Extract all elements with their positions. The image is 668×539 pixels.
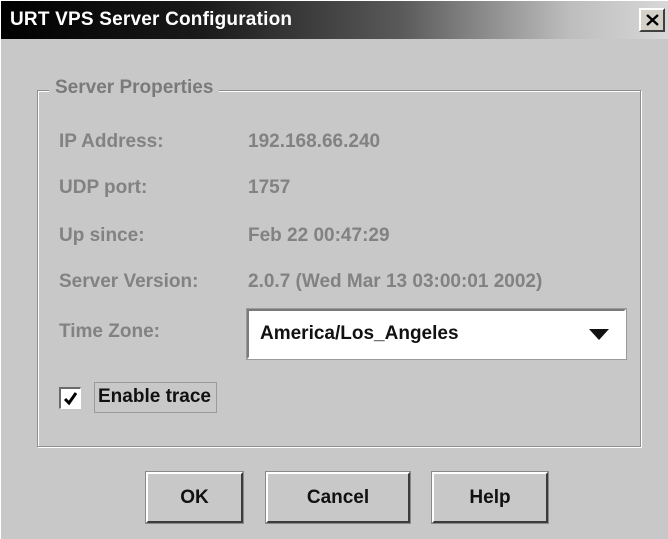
ip-address-value: 192.168.66.240 (248, 131, 381, 152)
group-title: Server Properties (49, 77, 220, 99)
close-x-icon (646, 14, 659, 26)
help-button[interactable]: Help (432, 472, 548, 523)
udp-port-value: 1757 (248, 177, 291, 198)
checkmark-icon (63, 392, 78, 406)
server-version-label: Server Version: (59, 271, 199, 292)
enable-trace-label[interactable]: Enable trace (94, 382, 217, 413)
dropdown-arrow-icon[interactable] (589, 329, 609, 340)
close-button[interactable] (639, 8, 665, 32)
time-zone-select[interactable]: America/Los_Angeles (247, 309, 626, 359)
ok-button[interactable]: OK (146, 472, 243, 523)
up-since-value: Feb 22 00:47:29 (248, 225, 390, 246)
cancel-button[interactable]: Cancel (266, 472, 410, 523)
server-version-value: 2.0.7 (Wed Mar 13 03:00:01 2002) (248, 271, 543, 292)
udp-port-label: UDP port: (59, 177, 148, 198)
up-since-label: Up since: (59, 225, 145, 246)
time-zone-label: Time Zone: (59, 321, 160, 342)
server-config-dialog: URT VPS Server Configuration Server Prop… (0, 0, 668, 539)
title-bar[interactable]: URT VPS Server Configuration (1, 1, 668, 39)
ip-address-label: IP Address: (59, 131, 164, 152)
time-zone-selected-value: America/Los_Angeles (260, 323, 459, 344)
window-title: URT VPS Server Configuration (10, 9, 293, 30)
enable-trace-checkbox[interactable] (59, 387, 81, 409)
